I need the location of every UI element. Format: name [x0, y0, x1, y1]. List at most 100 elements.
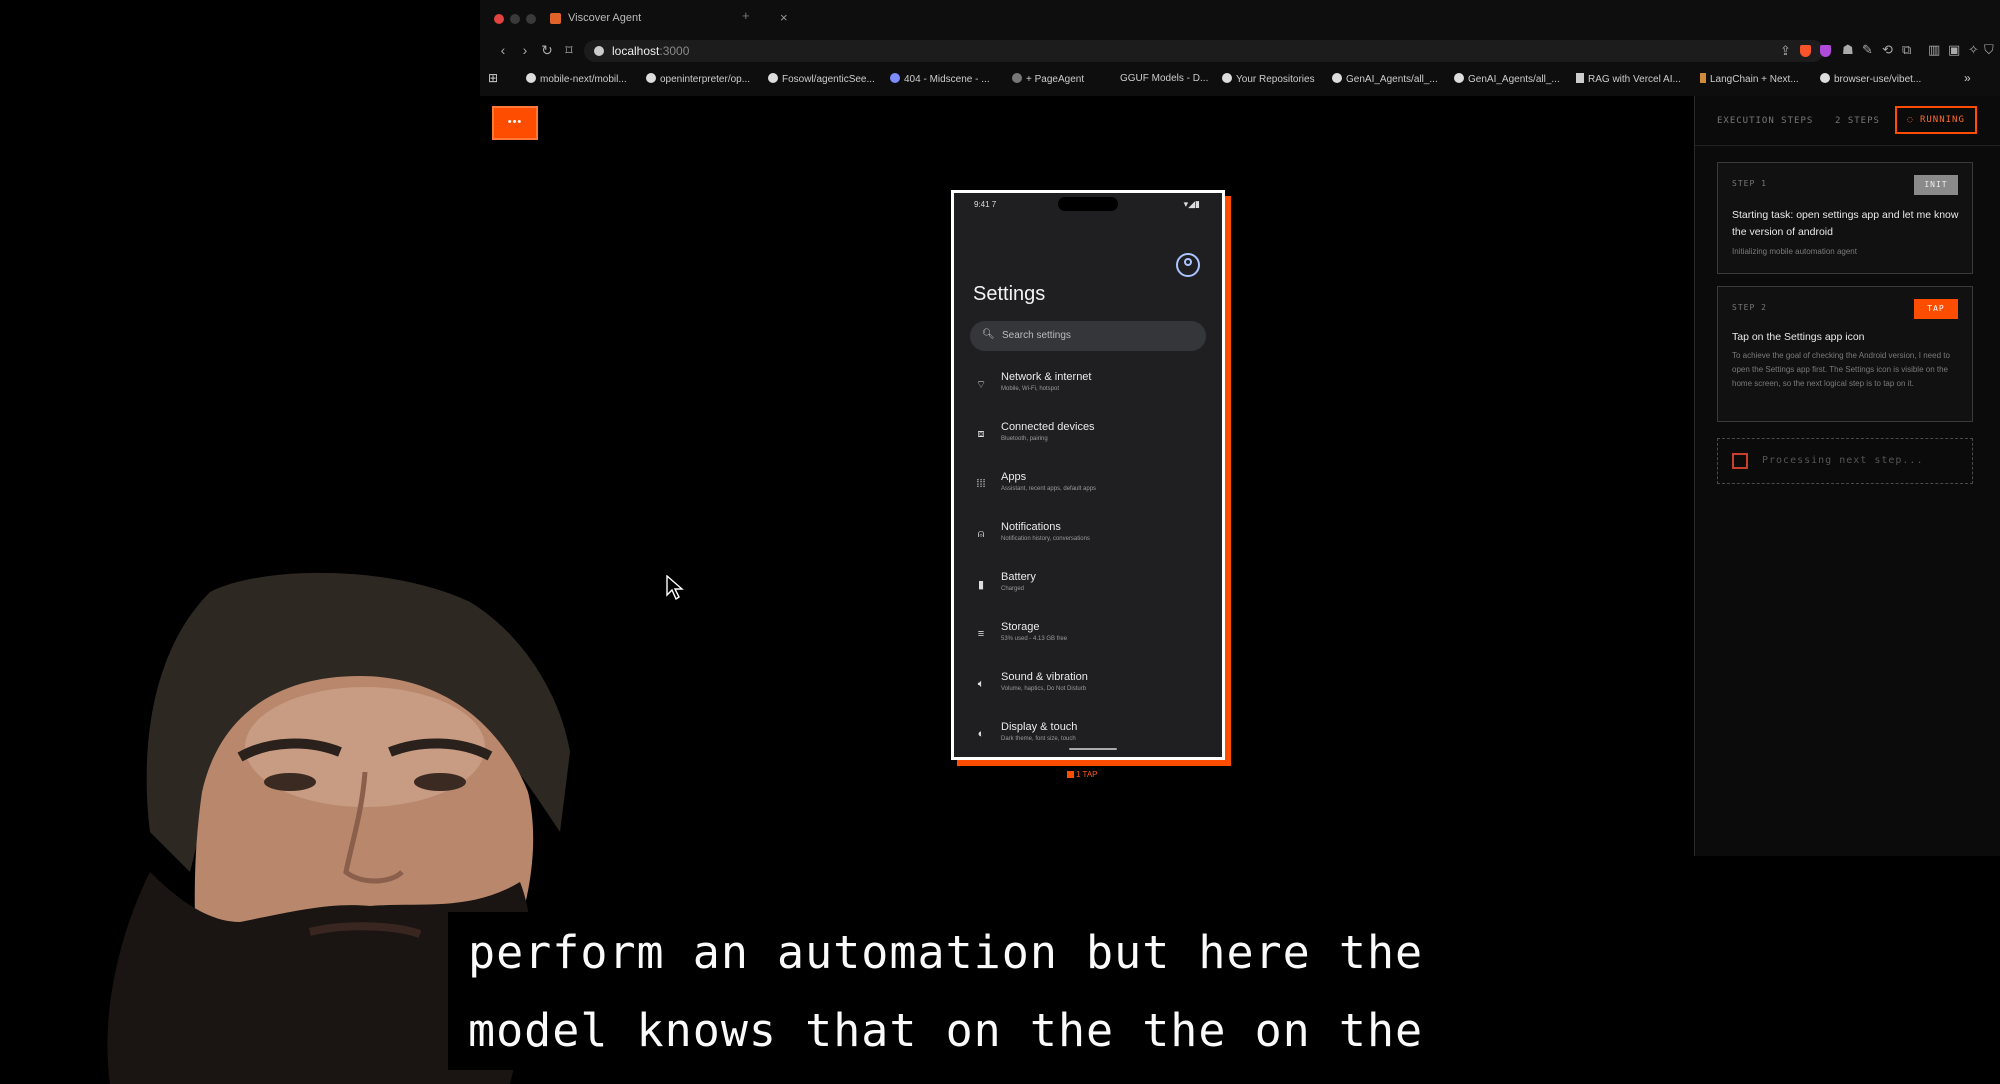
bookmark-item[interactable]: 404 - Midscene - ... — [890, 73, 990, 85]
settings-item-label: Notifications — [1001, 521, 1061, 533]
url-text: localhost:3000 — [612, 44, 690, 58]
step-description: Initializing mobile automation agent — [1732, 247, 1857, 256]
bookmarks-bar: ⊞ mobile-next/mobil... openinterpreter/o… — [480, 68, 2000, 92]
home-indicator — [1069, 748, 1117, 750]
settings-item-label: Battery — [1001, 571, 1036, 583]
settings-item-label: Sound & vibration — [1001, 671, 1088, 683]
vpn-icon[interactable]: ⛉ — [1984, 42, 1994, 58]
tab-bar: Viscover Agent × + — [480, 0, 2000, 38]
bookmark-item[interactable]: GenAI_Agents/all_... — [1332, 73, 1438, 85]
pen-icon[interactable]: ✎ — [1862, 42, 1873, 58]
browser-tab[interactable]: Viscover Agent × — [548, 8, 788, 30]
settings-title: Settings — [973, 283, 1046, 305]
wallet-icon[interactable]: ▣ — [1948, 42, 1960, 58]
settings-item-label: Display & touch — [1001, 721, 1078, 733]
speaker-icon: 🔈︎ — [977, 678, 985, 690]
search-icon: 🔍︎ — [982, 329, 995, 340]
tab-favicon-icon — [550, 13, 561, 24]
bookmark-item[interactable]: LangChain + Next... — [1700, 73, 1799, 85]
execution-steps-panel: EXECUTION STEPS 2 STEPS ◌ RUNNING STEP 1… — [1694, 96, 2000, 856]
status-badge: ◌ RUNNING — [1895, 106, 1977, 134]
settings-item-sub: Volume, haptics, Do Not Disturb — [1001, 686, 1087, 692]
bookmark-item[interactable]: GGUF Models - D... — [1120, 73, 1208, 84]
settings-item-connected-devices[interactable]: ⧈ Connected devices Bluetooth, pairing — [954, 418, 1222, 462]
search-placeholder: Search settings — [1002, 330, 1071, 341]
bookmark-item[interactable]: Fosowl/agenticSee... — [768, 73, 875, 85]
apps-grid-icon: ⁞⁞⁞ — [976, 478, 986, 490]
reload-icon[interactable]: ↻ — [538, 42, 556, 59]
step-description: To achieve the goal of checking the Andr… — [1732, 351, 1950, 388]
new-tab-button[interactable]: + — [742, 8, 750, 23]
puzzle-icon[interactable]: ✧ — [1968, 42, 1979, 58]
processing-indicator: Processing next step... — [1717, 438, 1973, 484]
settings-item-sound[interactable]: 🔈︎ Sound & vibration Volume, haptics, Do… — [954, 668, 1222, 712]
extension-icon[interactable]: ☗ — [1842, 42, 1854, 58]
step-number: STEP 2 — [1732, 303, 1767, 312]
screenshot-icon[interactable]: ⧉ — [1902, 42, 1911, 58]
settings-item-sub: Dark theme, font size, touch — [1001, 736, 1076, 742]
step-badge: INIT — [1914, 175, 1958, 195]
apps-grid-icon[interactable]: ⊞ — [488, 71, 498, 85]
settings-item-display[interactable]: ◐ Display & touch Dark theme, font size,… — [954, 718, 1222, 757]
phone-screen[interactable]: 9:41 7 ▾◢▮ Settings 🔍︎ Search settings ⌔… — [951, 190, 1225, 760]
settings-item-label: Apps — [1001, 471, 1027, 483]
step-heading: Tap on the Settings app icon — [1732, 331, 1865, 343]
bookmark-item[interactable]: openinterpreter/op... — [646, 73, 750, 85]
settings-search-input[interactable]: 🔍︎ Search settings — [970, 321, 1206, 351]
bookmark-item[interactable]: mobile-next/mobil... — [526, 73, 627, 85]
menu-button[interactable]: ••• — [492, 106, 538, 140]
address-bar[interactable]: localhost:3000 ⇪ — [584, 40, 1831, 62]
signal-battery-icon: ▾◢▮ — [1183, 199, 1200, 209]
settings-item-sub: Assistant, recent apps, default apps — [1001, 486, 1097, 492]
settings-item-battery[interactable]: ▮ Battery Charged — [954, 568, 1222, 612]
back-icon[interactable]: ‹ — [494, 42, 512, 58]
settings-item-label: Storage — [1001, 621, 1040, 633]
bookmark-item[interactable]: RAG with Vercel AI... — [1576, 73, 1681, 85]
step-card[interactable]: STEP 2 TAP Tap on the Settings app icon … — [1717, 286, 1973, 422]
settings-item-sub: Charged — [1001, 586, 1025, 592]
mouse-cursor-icon — [666, 575, 684, 601]
more-bookmarks-button[interactable]: » — [1964, 71, 1971, 85]
settings-item-notifications[interactable]: ⍝ Notifications Notification history, co… — [954, 518, 1222, 562]
maximize-window-button[interactable] — [526, 14, 536, 24]
wifi-icon: ⌔ — [975, 379, 987, 391]
sync-icon[interactable]: ⟲ — [1882, 42, 1893, 58]
site-info-icon[interactable] — [594, 46, 604, 56]
sidebar-icon[interactable]: ▥ — [1928, 42, 1940, 58]
step-number: STEP 1 — [1732, 179, 1767, 188]
brave-shield-icon[interactable] — [1800, 45, 1811, 57]
tap-dot-icon — [1067, 771, 1074, 778]
bookmark-item[interactable]: Your Repositories — [1222, 73, 1315, 85]
storage-icon: ≡ — [977, 628, 985, 640]
step-heading: Starting task: open settings app and let… — [1732, 209, 1959, 238]
battery-icon: ▮ — [977, 579, 985, 591]
caption-line: model knows that on the the on the — [468, 1004, 1424, 1057]
status-time: 9:41 7 — [974, 200, 997, 209]
browser-window: Viscover Agent × + ‹ › ↻ ⌑ localhost:300… — [480, 0, 2000, 96]
settings-item-label: Network & internet — [1001, 371, 1092, 383]
camera-notch — [1058, 197, 1118, 211]
minimize-window-button[interactable] — [510, 14, 520, 24]
settings-item-apps[interactable]: ⁞⁞⁞ Apps Assistant, recent apps, default… — [954, 468, 1222, 512]
settings-item-storage[interactable]: ≡ Storage 53% used - 4.13 GB free — [954, 618, 1222, 662]
account-icon[interactable] — [1176, 253, 1200, 277]
settings-item-sub: Bluetooth, pairing — [1001, 436, 1048, 442]
step-card[interactable]: STEP 1 INIT Starting task: open settings… — [1717, 162, 1973, 274]
caption-box: perform an automation but here the model… — [448, 912, 1566, 1070]
bookmark-icon[interactable]: ⌑ — [560, 42, 578, 59]
share-icon[interactable]: ⇪ — [1780, 43, 1791, 59]
caption-line: perform an automation but here the — [468, 926, 1424, 979]
bookmark-item[interactable]: browser-use/vibet... — [1820, 73, 1921, 85]
settings-item-network[interactable]: ⌔ Network & internet Mobile, Wi-Fi, hots… — [954, 368, 1222, 412]
step-count: 2 STEPS — [1835, 116, 1880, 126]
brave-rewards-icon[interactable] — [1820, 45, 1831, 57]
bookmark-item[interactable]: GenAI_Agents/all_... — [1454, 73, 1560, 85]
forward-icon[interactable]: › — [516, 42, 534, 58]
bell-icon: ⍝ — [977, 528, 985, 540]
navigation-bar: ‹ › ↻ ⌑ localhost:3000 ⇪ ☗ ✎ ⟲ ⧉ ▥ ▣ ✧ ⛉ — [480, 38, 2000, 66]
panel-header: EXECUTION STEPS 2 STEPS ◌ RUNNING — [1695, 96, 2000, 146]
tab-close-button[interactable]: × — [780, 10, 788, 25]
close-window-button[interactable] — [494, 14, 504, 24]
bookmark-item[interactable]: + PageAgent — [1012, 73, 1084, 85]
phone-status-bar: 9:41 7 ▾◢▮ — [954, 193, 1222, 215]
